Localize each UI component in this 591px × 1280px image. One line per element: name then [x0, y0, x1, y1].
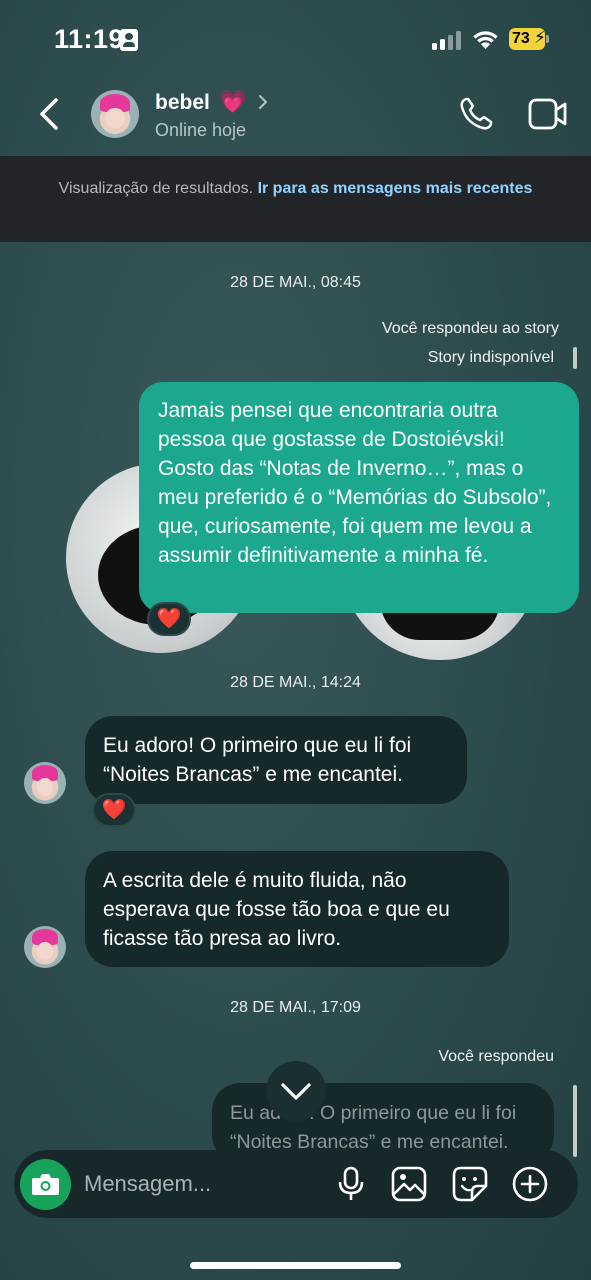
message-text: A escrita dele é muito fluida, não esper…: [103, 869, 450, 950]
microphone-icon[interactable]: [338, 1166, 364, 1202]
chevron-right-icon[interactable]: [257, 93, 269, 111]
sent-message[interactable]: Jamais pensei que encontraria outra pess…: [139, 382, 579, 613]
received-message[interactable]: A escrita dele é muito fluida, não esper…: [85, 851, 509, 967]
phone-call-icon[interactable]: [458, 96, 494, 132]
wifi-icon: [473, 31, 498, 49]
date-separator: 28 DE MAI., 14:24: [230, 674, 361, 691]
contact-name[interactable]: bebel: [155, 91, 210, 115]
battery-icon: 73 ⚡: [509, 28, 549, 50]
contact-avatar[interactable]: [91, 90, 139, 138]
camera-button[interactable]: [20, 1159, 71, 1210]
results-preview-banner: Visualização de resultados. Ir para as m…: [0, 156, 591, 242]
camera-icon: [32, 1174, 59, 1195]
reply-quote-bar: [573, 1085, 577, 1157]
id-card-icon: [120, 29, 138, 51]
chat-header: bebel 💗 Online hoje: [0, 80, 591, 156]
heart-reaction[interactable]: ❤️: [147, 602, 191, 636]
contact-avatar-small[interactable]: [24, 762, 66, 804]
scroll-to-bottom-button[interactable]: [266, 1061, 326, 1121]
chevron-down-icon: [281, 1083, 311, 1100]
back-arrow-icon[interactable]: [36, 94, 66, 134]
banner-text: Visualização de resultados.: [58, 180, 254, 197]
received-message[interactable]: Eu adoro! O primeiro que eu li foi “Noit…: [85, 716, 467, 804]
message-text: Eu adoro! O primeiro que eu li foi “Noit…: [103, 734, 412, 786]
message-input[interactable]: [84, 1168, 324, 1200]
cellular-signal-icon: [432, 30, 462, 50]
status-time: 11:19: [54, 24, 125, 54]
you-replied-label: Você respondeu: [438, 1048, 554, 1065]
sticker-icon[interactable]: [452, 1166, 488, 1202]
message-composer: [14, 1150, 578, 1218]
go-to-recent-link[interactable]: Ir para as mensagens mais recentes: [258, 180, 533, 197]
story-reply-label: Você respondeu ao story: [381, 320, 559, 337]
pink-heart-emoji: 💗: [219, 89, 247, 114]
story-reply-bar: [573, 347, 577, 369]
date-separator: 28 DE MAI., 17:09: [230, 999, 361, 1016]
story-unavailable-label: Story indisponível: [427, 349, 554, 366]
contact-online-status: Online hoje: [155, 120, 247, 140]
status-bar: 11:19 73 ⚡: [0, 0, 591, 80]
charging-bolt-icon: ⚡: [534, 28, 546, 47]
add-plus-icon[interactable]: [512, 1166, 548, 1202]
video-call-icon[interactable]: [528, 97, 568, 131]
home-indicator: [190, 1262, 401, 1269]
contact-avatar-small[interactable]: [24, 926, 66, 968]
heart-reaction[interactable]: ❤️: [92, 793, 136, 827]
message-text: Jamais pensei que encontraria outra pess…: [158, 399, 552, 567]
gallery-icon[interactable]: [391, 1166, 427, 1202]
date-separator: 28 DE MAI., 08:45: [230, 274, 361, 291]
